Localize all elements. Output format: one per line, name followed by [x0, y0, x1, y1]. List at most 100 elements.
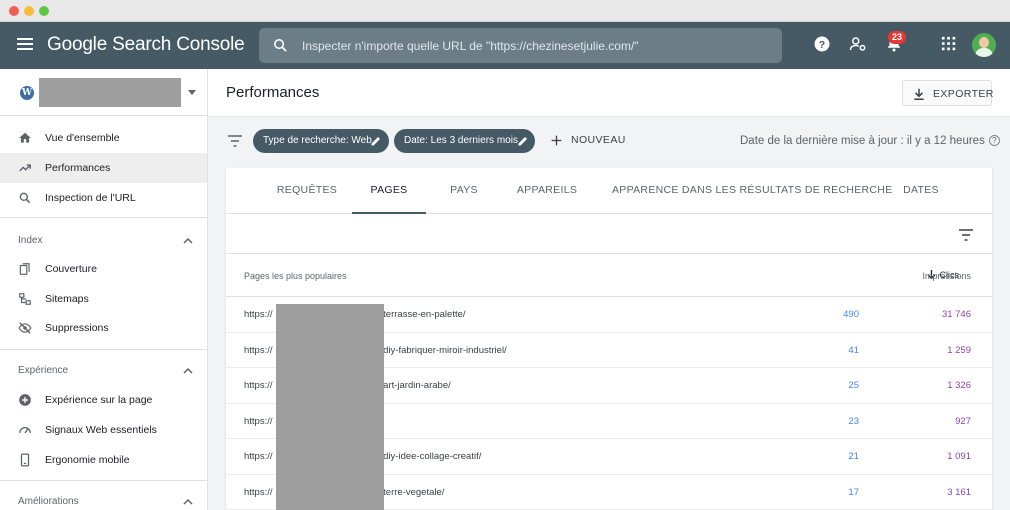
sidebar-item-label: Signaux Web essentiels — [45, 424, 157, 436]
home-icon — [19, 132, 31, 143]
section-header-enhancements[interactable]: Améliorations — [0, 492, 207, 510]
browser-window: Google Search Console Inspecter n'import… — [0, 0, 1010, 510]
sidebar-item-overview[interactable]: Vue d'ensemble — [0, 123, 207, 153]
column-header-pages[interactable]: Pages les plus populaires — [244, 271, 347, 281]
search-input-placeholder[interactable]: Inspecter n'importe quelle URL de "https… — [302, 39, 639, 53]
maximize-window-button[interactable] — [39, 6, 49, 16]
property-selector[interactable]: W — [0, 69, 208, 116]
last-updated-text: Date de la dernière mise à jour : il y a… — [740, 135, 1000, 147]
tab-search-appearance[interactable]: APPARENCE DANS LES RÉSULTATS DE RECHERCH… — [612, 168, 893, 214]
chip-label: Type de recherche: Web — [263, 135, 372, 146]
sidebar-item-label: Sitemaps — [45, 293, 89, 305]
url-prefix: https:// — [244, 380, 273, 391]
last-updated-label: Date de la dernière mise à jour : il y a… — [740, 135, 985, 147]
impressions-value: 31 746 — [941, 309, 971, 320]
tab-label: REQUÊTES — [276, 184, 338, 196]
redacted-domain-block — [276, 304, 384, 510]
section-header-index[interactable]: Index — [0, 231, 207, 251]
chevron-up-icon — [183, 498, 193, 505]
sidebar-item-page-experience[interactable]: Expérience sur la page — [0, 385, 207, 415]
close-window-button[interactable] — [9, 6, 19, 16]
sidebar-item-performance[interactable]: Performances — [0, 153, 207, 183]
clicks-value: 490 — [843, 309, 859, 320]
sidebar-item-mobile-usability[interactable]: Ergonomie mobile — [0, 445, 207, 475]
url-path: /diy-fabriquer-miroir-industriel/ — [380, 344, 507, 356]
section-title: Index — [18, 235, 43, 246]
url-path: /terre-vegetale/ — [380, 486, 445, 498]
url-prefix: https:// — [244, 486, 273, 498]
main-content: Performances EXPORTER Type de recherche:… — [208, 69, 1010, 510]
filter-bar: Type de recherche: Web Date: Les 3 derni… — [208, 117, 1010, 165]
avatar[interactable] — [972, 33, 996, 57]
tab-devices[interactable]: APPAREILS — [512, 168, 582, 214]
clicks-value: 21 — [848, 451, 859, 462]
url-prefix: https:// — [244, 309, 273, 320]
divider — [0, 217, 207, 218]
sidebar-item-coverage[interactable]: Couverture — [0, 254, 207, 284]
tab-queries[interactable]: REQUÊTES — [272, 168, 342, 214]
apps-grid-icon[interactable] — [941, 35, 957, 53]
clicks-value: 41 — [848, 344, 859, 356]
new-filter-label: NOUVEAU — [571, 134, 626, 146]
table-toolbar — [226, 214, 992, 254]
page-header: Performances EXPORTER — [208, 69, 1010, 117]
export-button[interactable]: EXPORTER — [902, 80, 993, 106]
copy-icon — [19, 263, 30, 275]
edit-pencil-icon — [371, 137, 380, 146]
app-logo[interactable]: Google Search Console — [47, 34, 245, 56]
minimize-window-button[interactable] — [24, 6, 34, 16]
clicks-value: 25 — [848, 380, 859, 391]
sidebar-item-removals[interactable]: Suppressions — [0, 313, 207, 343]
url-inspect-search-bar[interactable]: Inspecter n'importe quelle URL de "https… — [259, 28, 782, 63]
tab-dates[interactable]: DATES — [896, 168, 946, 214]
sidebar-item-label: Expérience sur la page — [45, 394, 153, 406]
window-titlebar — [0, 0, 1010, 22]
impressions-value: 3 161 — [947, 486, 971, 498]
download-icon — [914, 88, 924, 101]
tab-label: DATES — [903, 184, 939, 196]
sidebar-item-sitemaps[interactable]: Sitemaps — [0, 284, 207, 314]
column-header-impressions[interactable]: Impressions — [866, 271, 971, 281]
app-header: Google Search Console Inspecter n'import… — [0, 22, 1010, 69]
chevron-down-icon[interactable] — [188, 90, 196, 95]
clicks-value: 17 — [848, 486, 859, 498]
sidebar-item-label: Suppressions — [45, 322, 109, 334]
url-path: /art-jardin-arabe/ — [380, 380, 451, 391]
impressions-value: 1 326 — [947, 380, 971, 391]
table-header: Pages les plus populaires Clics Impressi… — [226, 254, 992, 297]
search-type-filter-chip[interactable]: Type de recherche: Web — [253, 129, 389, 153]
sidebar-item-url-inspection[interactable]: Inspection de l'URL — [0, 183, 207, 213]
search-icon — [19, 192, 31, 204]
impressions-value: 927 — [955, 415, 971, 427]
impressions-value: 1 259 — [947, 344, 971, 356]
chip-label: Date: Les 3 derniers mois — [404, 135, 518, 146]
help-circle-icon[interactable]: ? — [988, 135, 1000, 146]
clicks-value: 23 — [848, 415, 859, 427]
filter-list-icon[interactable] — [959, 229, 973, 241]
report-card: REQUÊTES PAGES PAYS APPAREILS APPARENCE … — [226, 168, 992, 510]
tab-countries[interactable]: PAYS — [442, 168, 486, 214]
tab-label: PAYS — [450, 184, 478, 196]
wordpress-icon: W — [20, 86, 34, 100]
help-icon[interactable]: ? — [813, 35, 831, 53]
section-header-experience[interactable]: Expérience — [0, 361, 207, 381]
new-filter-button[interactable]: NOUVEAU — [550, 134, 625, 152]
manage-users-icon[interactable] — [849, 35, 867, 53]
sidebar-item-core-web-vitals[interactable]: Signaux Web essentiels — [0, 415, 207, 445]
sidebar-item-label: Performances — [45, 162, 111, 174]
url-path: /diy-idee-collage-creatif/ — [380, 451, 482, 462]
url-prefix: https:// — [244, 344, 273, 356]
tab-pages[interactable]: PAGES — [352, 168, 426, 214]
visibility-off-icon — [18, 322, 32, 334]
impressions-value: 1 091 — [947, 451, 971, 462]
section-title: Améliorations — [18, 496, 79, 507]
date-filter-chip[interactable]: Date: Les 3 derniers mois — [394, 129, 535, 153]
tab-label: APPARENCE DANS LES RÉSULTATS DE RECHERCH… — [612, 184, 893, 196]
filter-list-icon[interactable] — [228, 135, 242, 147]
chevron-up-icon — [183, 237, 193, 244]
menu-icon[interactable] — [17, 38, 33, 52]
sidebar-item-label: Inspection de l'URL — [45, 192, 136, 204]
section-title: Expérience — [18, 365, 69, 376]
url-prefix: https:// — [244, 451, 273, 462]
divider — [0, 349, 207, 350]
